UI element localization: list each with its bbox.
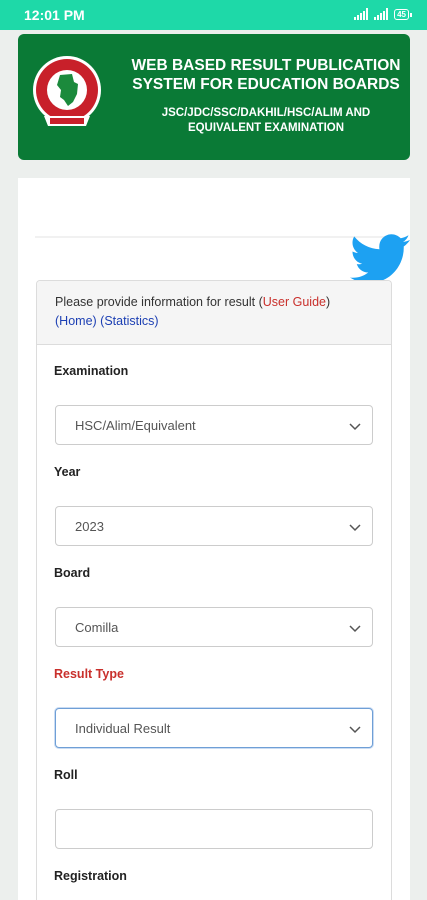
- result-type-select[interactable]: Individual Result: [55, 708, 373, 748]
- result-type-value: Individual Result: [75, 721, 171, 736]
- header-subtitle: JSC/JDC/SSC/DAKHIL/HSC/ALIM AND EQUIVALE…: [161, 107, 371, 134]
- year-label: Year: [54, 465, 81, 479]
- board-value: Comilla: [75, 620, 119, 635]
- chevron-down-icon: [349, 524, 361, 532]
- year-value: 2023: [75, 519, 104, 534]
- status-bar: 12:01 PM 45: [0, 0, 427, 30]
- roll-input[interactable]: [55, 809, 373, 849]
- chevron-down-icon: [349, 726, 361, 734]
- registration-label: Registration: [54, 869, 127, 883]
- government-seal-logo: [33, 56, 101, 126]
- home-link[interactable]: Home: [59, 314, 92, 328]
- statistics-link[interactable]: Statistics: [104, 314, 154, 328]
- cell-signal-icon-2: [374, 8, 389, 20]
- chevron-down-icon: [349, 625, 361, 633]
- form-intro: Please provide information for result (U…: [55, 295, 331, 328]
- header-title: WEB BASED RESULT PUBLICATION SYSTEM FOR …: [131, 57, 401, 93]
- examination-select[interactable]: HSC/Alim/Equivalent: [55, 405, 373, 445]
- form-heading: Please provide information for result (U…: [37, 281, 391, 345]
- year-select[interactable]: 2023: [55, 506, 373, 546]
- chevron-down-icon: [349, 423, 361, 431]
- twitter-icon[interactable]: [350, 234, 410, 284]
- battery-icon: 45: [394, 8, 412, 20]
- status-time: 12:01 PM: [24, 7, 85, 23]
- board-select[interactable]: Comilla: [55, 607, 373, 647]
- status-icons: 45: [354, 8, 412, 20]
- examination-value: HSC/Alim/Equivalent: [75, 418, 196, 433]
- user-guide-link[interactable]: User Guide: [263, 295, 326, 309]
- divider: [35, 236, 390, 238]
- intro-text: Please provide information for result: [55, 295, 256, 309]
- header-banner: WEB BASED RESULT PUBLICATION SYSTEM FOR …: [18, 34, 410, 160]
- roll-label: Roll: [54, 768, 78, 782]
- cell-signal-icon: [354, 8, 369, 20]
- result-type-label: Result Type: [54, 667, 124, 681]
- board-label: Board: [54, 566, 91, 580]
- examination-label: Examination: [54, 364, 129, 378]
